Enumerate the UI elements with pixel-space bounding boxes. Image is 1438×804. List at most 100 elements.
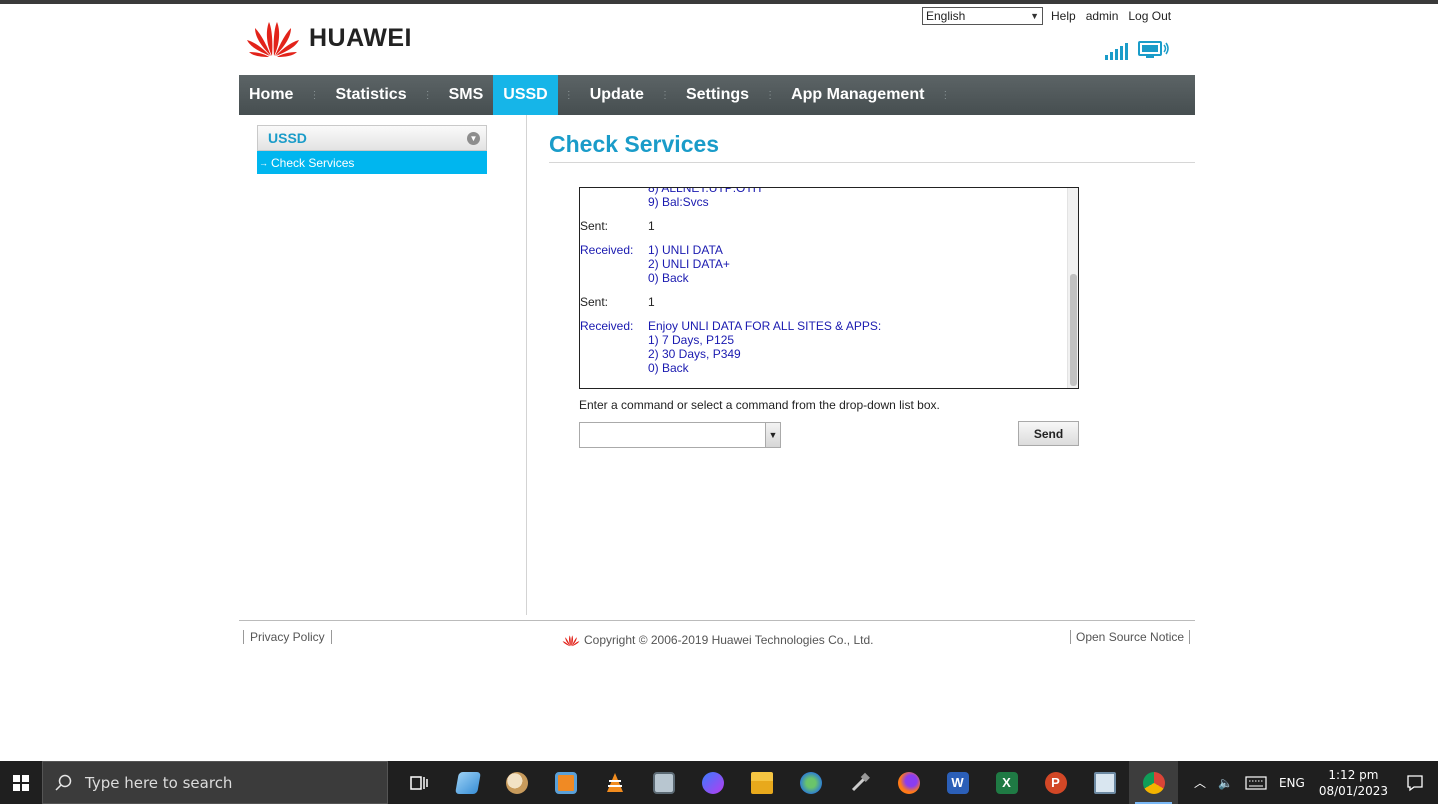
log-line: 1) 7 Days, P125 xyxy=(648,333,735,347)
log-row-label: Received: xyxy=(580,319,634,333)
nav-ussd[interactable]: USSD xyxy=(493,75,558,115)
nav-update[interactable]: Update xyxy=(580,75,654,115)
excel-icon[interactable]: X xyxy=(982,761,1031,804)
log-row-received: Received: Enjoy UNLI DATA FOR ALL SITES &… xyxy=(580,319,1068,375)
taskbar-apps: W X P xyxy=(394,761,1178,804)
log-row-received: 8) ALLNET:UTP:OTH 9) Bal:Svcs xyxy=(580,188,1068,209)
notifications-icon[interactable] xyxy=(1400,774,1430,792)
notepad-icon[interactable] xyxy=(443,761,492,804)
main-nav: Home ⋮ Statistics ⋮ SMS USSD ⋮ Update ⋮ … xyxy=(239,75,1195,115)
brand-name: HUAWEI xyxy=(309,23,412,52)
log-row-received: Received: 1) UNLI DATA 2) UNLI DATA+ 0) Bac… xyxy=(580,243,1068,285)
user-link[interactable]: admin xyxy=(1086,9,1119,23)
log-line: 1 xyxy=(648,295,655,309)
tools-icon[interactable] xyxy=(835,761,884,804)
log-gap xyxy=(580,233,1068,243)
nav-sms[interactable]: SMS xyxy=(439,75,494,115)
sidebar-item-check-services[interactable]: → Check Services xyxy=(257,151,487,174)
calculator-icon[interactable] xyxy=(1080,761,1129,804)
log-line: 2) 30 Days, P349 xyxy=(648,347,741,361)
volume-icon[interactable]: 🔈 xyxy=(1218,776,1233,790)
sidebar-section-header[interactable]: USSD ▼ xyxy=(257,125,487,151)
sidebar: USSD ▼ → Check Services xyxy=(257,125,487,174)
scrollbar[interactable] xyxy=(1067,188,1078,388)
logout-link[interactable]: Log Out xyxy=(1128,9,1171,23)
collapse-icon[interactable]: ▼ xyxy=(467,131,480,145)
log-line: 0) Back xyxy=(648,271,689,285)
windows-taskbar: Type here to search W X P ︿ 🔈 ENG 1:12 p… xyxy=(0,761,1438,804)
copyright-text: Copyright © 2006-2019 Huawei Technologie… xyxy=(584,633,874,647)
ussd-log[interactable]: 8) ALLNET:UTP:OTH 9) Bal:Svcs Sent: 1 Receiv… xyxy=(579,187,1079,389)
scrollbar-thumb[interactable] xyxy=(1070,274,1077,386)
log-line: 9) Bal:Svcs xyxy=(648,195,709,209)
column-divider xyxy=(526,115,527,615)
network-connected-icon xyxy=(1138,41,1169,58)
send-button[interactable]: Send xyxy=(1018,421,1079,446)
signal-strength-icon xyxy=(1105,43,1128,60)
sidebar-item-label: Check Services xyxy=(271,155,355,170)
language-select[interactable]: English ▼ xyxy=(922,7,1043,25)
nav-app-management[interactable]: App Management xyxy=(781,75,934,115)
input-language[interactable]: ENG xyxy=(1279,776,1305,790)
log-row-label: Sent: xyxy=(580,295,609,309)
huawei-logo: HUAWEI xyxy=(245,18,412,58)
log-row-message: 1) UNLI DATA 2) UNLI DATA+ 0) Back xyxy=(648,243,730,285)
page-title: Check Services xyxy=(549,131,720,157)
status-icons xyxy=(1104,40,1170,60)
log-row-sent: Sent: 1 xyxy=(580,219,1068,233)
help-link[interactable]: Help xyxy=(1051,9,1076,23)
browser-top-edge xyxy=(0,0,1438,4)
chevron-down-icon: ▼ xyxy=(1030,11,1039,21)
display-icon[interactable] xyxy=(639,761,688,804)
windows-logo-icon xyxy=(13,774,29,791)
top-links: English ▼ Help admin Log Out xyxy=(922,7,1171,25)
log-row-message: 1 xyxy=(648,295,655,309)
log-row-sent: Sent: 1 xyxy=(580,295,1068,309)
media-player-icon[interactable] xyxy=(541,761,590,804)
log-line: Enjoy UNLI DATA FOR ALL SITES & APPS: xyxy=(648,319,882,333)
command-hint: Enter a command or select a command from… xyxy=(579,398,940,412)
copyright: Copyright © 2006-2019 Huawei Technologie… xyxy=(562,633,873,647)
clock-date: 08/01/2023 xyxy=(1318,783,1388,798)
log-row-message: 1 xyxy=(648,219,655,233)
command-combobox[interactable]: ▼ xyxy=(579,422,781,448)
log-row-label xyxy=(580,188,648,209)
nav-separator: ⋮ xyxy=(659,89,670,101)
chrome-icon[interactable] xyxy=(1129,761,1178,804)
firefox-icon[interactable] xyxy=(884,761,933,804)
arrow-right-icon: → xyxy=(259,157,268,168)
vlc-icon[interactable] xyxy=(590,761,639,804)
nav-home[interactable]: Home xyxy=(239,75,303,115)
nav-settings[interactable]: Settings xyxy=(676,75,759,115)
log-line: 1 xyxy=(648,219,655,233)
nav-separator: ⋮ xyxy=(563,89,574,101)
powerpoint-icon[interactable]: P xyxy=(1031,761,1080,804)
start-button[interactable] xyxy=(0,761,42,804)
huawei-flower-icon xyxy=(562,634,580,646)
dropdown-arrow-icon[interactable]: ▼ xyxy=(765,423,780,447)
messenger-icon[interactable] xyxy=(688,761,737,804)
chevron-up-icon[interactable]: ︿ xyxy=(1194,774,1206,791)
open-source-notice-link[interactable]: Open Source Notice xyxy=(1070,630,1191,644)
paint-icon[interactable] xyxy=(492,761,541,804)
log-row-label: Received: xyxy=(580,243,634,257)
log-row-message: Enjoy UNLI DATA FOR ALL SITES & APPS: 1) … xyxy=(648,319,881,375)
network-globe-icon[interactable] xyxy=(786,761,835,804)
nav-statistics[interactable]: Statistics xyxy=(325,75,416,115)
privacy-policy-link[interactable]: Privacy Policy xyxy=(243,630,332,644)
log-line: 0) Back xyxy=(648,361,689,375)
system-tray: ︿ 🔈 ENG 1:12 pm 08/01/2023 xyxy=(1188,761,1438,804)
log-gap xyxy=(580,285,1068,295)
task-view-icon[interactable] xyxy=(394,761,443,804)
word-icon[interactable]: W xyxy=(933,761,982,804)
log-gap xyxy=(580,309,1068,319)
nav-separator: ⋮ xyxy=(765,89,776,101)
clock[interactable]: 1:12 pm 08/01/2023 xyxy=(1319,767,1388,799)
file-explorer-icon[interactable] xyxy=(737,761,786,804)
taskbar-search[interactable]: Type here to search xyxy=(42,761,388,804)
keyboard-icon[interactable] xyxy=(1245,775,1267,790)
sidebar-section-label: USSD xyxy=(268,130,307,146)
log-line: 1) UNLI DATA xyxy=(648,243,723,257)
nav-separator: ⋮ xyxy=(422,89,433,101)
search-icon xyxy=(55,774,72,791)
